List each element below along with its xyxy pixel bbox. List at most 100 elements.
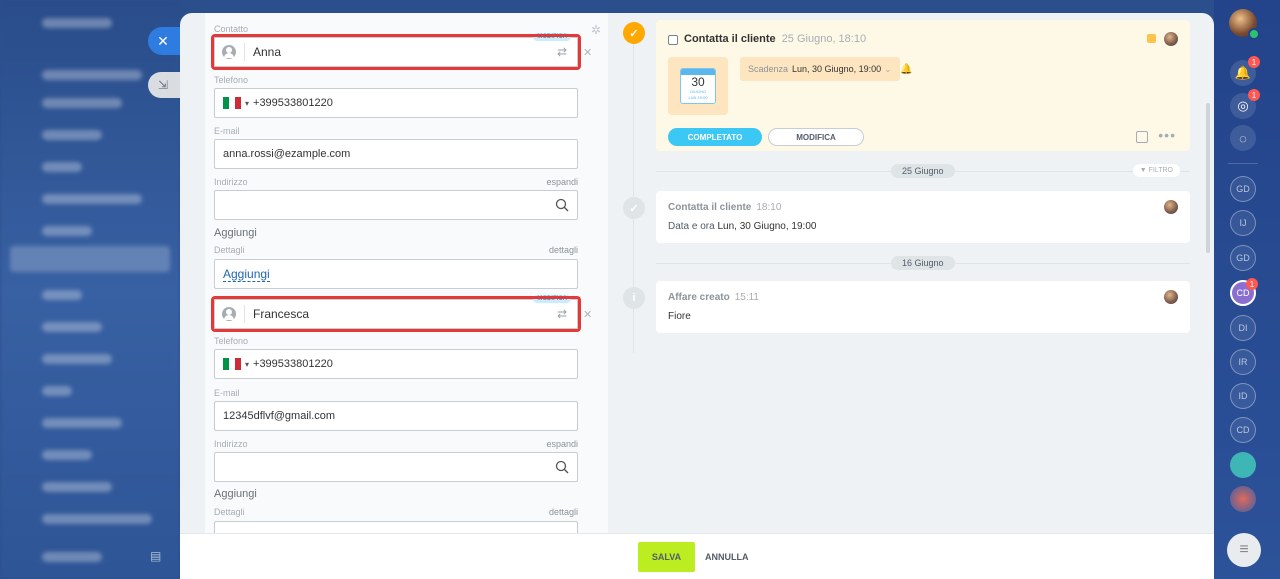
details-label: Dettagli xyxy=(214,245,245,255)
phone-value: +399533801220 xyxy=(253,97,333,109)
highlight-box xyxy=(211,296,581,332)
bg-row xyxy=(42,450,92,460)
italy-flag-icon[interactable] xyxy=(223,97,241,109)
online-indicator xyxy=(1248,28,1260,40)
add-field-link[interactable]: Aggiungi xyxy=(214,488,257,500)
bg-row xyxy=(42,354,112,364)
bg-row xyxy=(42,514,152,524)
chevron-down-icon[interactable]: ▾ xyxy=(245,360,249,369)
search-icon[interactable] xyxy=(555,198,569,212)
more-icon[interactable]: ••• xyxy=(1158,128,1176,142)
history-body: Fiore xyxy=(668,311,691,322)
activity-badge: 1 xyxy=(1248,89,1260,101)
flag-stripe xyxy=(235,97,241,109)
address-label: Indirizzo xyxy=(214,177,248,187)
target-icon: ◎ xyxy=(1237,98,1249,113)
task-time: 25 Giugno, 18:10 xyxy=(781,33,867,45)
slider-close-button[interactable]: ✕ xyxy=(148,27,184,55)
task-check-icon: ✓ xyxy=(623,22,645,44)
details-field[interactable] xyxy=(214,521,578,533)
chat-avatar-image[interactable] xyxy=(1230,486,1256,512)
phone-field[interactable]: ▾ +399533801220 xyxy=(214,349,578,379)
remove-contact-icon[interactable]: ✕ xyxy=(583,308,592,321)
chat-avatar-image[interactable] xyxy=(1230,452,1256,478)
chat-button[interactable]: ◌ xyxy=(1230,125,1256,151)
chat-avatar[interactable]: DI xyxy=(1230,315,1256,341)
author-avatar[interactable] xyxy=(1164,290,1178,304)
history-title-text: Contatta il cliente xyxy=(668,202,752,213)
deal-slider: Contatto Anna ⇄ MODIFICA Telefono ▾ +399… xyxy=(180,13,1214,579)
details-label: Dettagli xyxy=(214,507,245,517)
date-pill: 16 Giugno xyxy=(891,256,955,270)
search-icon[interactable] xyxy=(555,460,569,474)
bg-row xyxy=(42,70,142,80)
chat-avatar[interactable]: IR xyxy=(1230,349,1256,375)
right-toolbar: 🔔 1 ◎ 1 ◌ GD IJ GD CD 1 DI IR ID CD ≡ xyxy=(1214,0,1280,579)
history-body: Data e ora Lun, 30 Giugno, 19:00 xyxy=(668,221,816,232)
address-expand-link[interactable]: espandi xyxy=(546,177,578,187)
flag-icon[interactable] xyxy=(1147,34,1156,43)
bell-icon[interactable]: 🔔 xyxy=(900,64,912,75)
chat-avatar[interactable]: IJ xyxy=(1230,210,1256,236)
address-field[interactable] xyxy=(214,190,578,220)
date-pill: 25 Giugno xyxy=(891,164,955,178)
cancel-button[interactable]: ANNULLA xyxy=(705,542,749,572)
email-field[interactable]: anna.rossi@ezample.com xyxy=(214,139,578,169)
bg-row xyxy=(42,552,102,562)
deadline-selector[interactable]: Scadenza Lun, 30 Giugno, 19:00 ⌄ xyxy=(740,57,900,81)
details-field[interactable]: Aggiungi xyxy=(214,259,578,289)
bg-row xyxy=(42,290,82,300)
gear-icon[interactable]: ✲ xyxy=(591,23,601,37)
calendar-day-number: 30 xyxy=(691,75,705,89)
phone-label: Telefono xyxy=(214,75,249,85)
responsible-avatar[interactable] xyxy=(1164,32,1178,46)
add-field-link[interactable]: Aggiungi xyxy=(214,227,257,239)
user-avatar[interactable] xyxy=(1229,9,1260,40)
deadline-value: Lun, 30 Giugno, 19:00 xyxy=(792,64,882,74)
details-link[interactable]: dettagli xyxy=(549,245,578,255)
bg-row xyxy=(42,322,102,332)
chat-avatar[interactable]: GD xyxy=(1230,245,1256,271)
notifications-button[interactable]: 🔔 1 xyxy=(1230,56,1260,86)
task-checkbox[interactable] xyxy=(668,35,678,45)
menu-button[interactable]: ≡ xyxy=(1227,533,1261,567)
task-title[interactable]: Contatta il cliente 25 Giugno, 18:10 xyxy=(684,33,866,45)
address-expand-link[interactable]: espandi xyxy=(546,439,578,449)
bg-row xyxy=(42,386,72,396)
details-link[interactable]: dettagli xyxy=(549,507,578,517)
chat-avatar[interactable]: ID xyxy=(1230,383,1256,409)
history-title-text: Affare creato xyxy=(668,292,730,303)
italy-flag-icon[interactable] xyxy=(223,358,241,370)
chat-badge: 1 xyxy=(1246,278,1258,290)
chat-avatar[interactable]: GD xyxy=(1230,176,1256,202)
email-label: E-mail xyxy=(214,126,240,136)
note-icon[interactable] xyxy=(1136,131,1148,143)
chevron-down-icon[interactable]: ▾ xyxy=(245,99,249,108)
chat-avatar-initials: CD xyxy=(1236,288,1250,298)
author-avatar[interactable] xyxy=(1164,200,1178,214)
filter-button[interactable]: ▼ FILTRO xyxy=(1132,164,1180,177)
calendar-icon: 30 GIUGNO LUN 19:00 xyxy=(668,57,728,115)
add-details-link[interactable]: Aggiungi xyxy=(223,267,270,282)
remove-contact-icon[interactable]: ✕ xyxy=(583,46,592,59)
phone-label: Telefono xyxy=(214,336,249,346)
bg-row xyxy=(42,130,102,140)
edit-task-button[interactable]: MODIFICA xyxy=(768,128,864,146)
bg-row xyxy=(42,226,92,236)
complete-button[interactable]: COMPLETATO xyxy=(668,128,762,146)
save-button[interactable]: SALVA xyxy=(638,542,695,572)
divider xyxy=(1228,163,1258,164)
phone-field[interactable]: ▾ +399533801220 xyxy=(214,88,578,118)
bg-row xyxy=(42,18,112,28)
scrollbar[interactable] xyxy=(1206,103,1210,253)
address-field[interactable] xyxy=(214,452,578,482)
history-body-value: Lun, 30 Giugno, 19:00 xyxy=(717,221,817,232)
done-check-icon: ✓ xyxy=(623,197,645,219)
email-field[interactable]: 12345dflvf@gmail.com xyxy=(214,401,578,431)
activity-button[interactable]: ◎ 1 xyxy=(1230,89,1260,119)
history-time: 18:10 xyxy=(756,202,782,213)
chat-avatar-active[interactable]: CD 1 xyxy=(1230,278,1258,306)
printer-icon[interactable]: ▤ xyxy=(150,549,161,563)
chat-avatar[interactable]: CD xyxy=(1230,417,1256,443)
slider-minimize-button[interactable]: ⇲ xyxy=(148,72,182,98)
